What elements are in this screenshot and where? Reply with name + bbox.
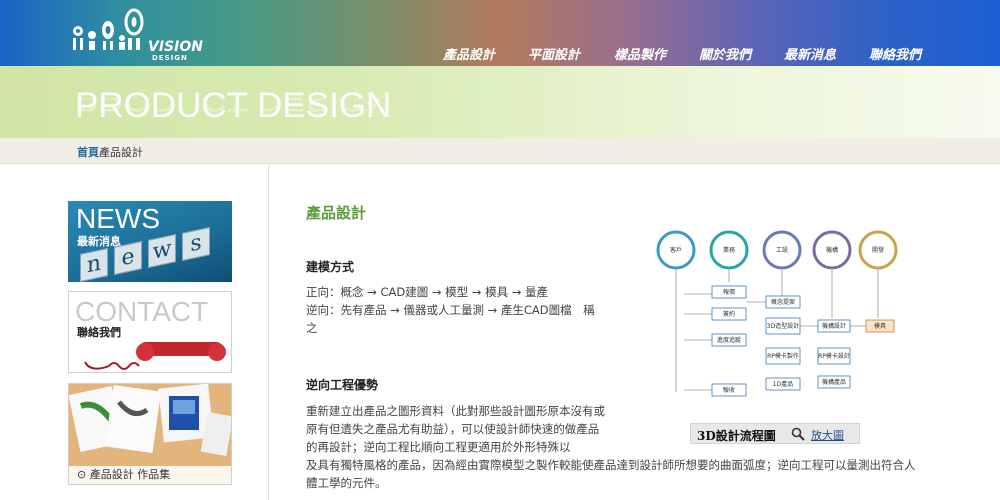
flow-box-label: 3D造型設計 bbox=[767, 322, 799, 330]
keyboard-key: s bbox=[182, 227, 210, 261]
magnifier-icon[interactable] bbox=[791, 427, 805, 441]
portfolio-card[interactable]: ⊙ 產品設計 作品集 bbox=[68, 383, 232, 485]
nav-contact-us[interactable]: 聯絡我們 bbox=[869, 44, 921, 63]
flow-box-label: RP模卡製作 bbox=[767, 352, 799, 360]
banner-title-reflection: PRODUCT DESIGN bbox=[75, 98, 392, 118]
diagram-caption-bar: 3D設計流程圖 放大圖 bbox=[690, 423, 860, 444]
nav-latest-news[interactable]: 最新消息 bbox=[784, 44, 836, 63]
breadcrumb-bar: 首頁產品設計 bbox=[0, 138, 1000, 164]
brand-name: VISION bbox=[148, 39, 203, 55]
keyboard-key: e bbox=[114, 241, 142, 275]
diagram-caption: 3D設計流程圖 bbox=[697, 429, 776, 443]
reverse-process-text: 逆向：先有產品 → 儀器或人工量測 → 產生CAD圖檔 稱之 bbox=[306, 303, 595, 335]
flow-box-label: 1D產品 bbox=[773, 380, 793, 388]
flow-stage-label: 工設 bbox=[776, 246, 788, 254]
contact-card[interactable]: CONTACT 聯絡我們 bbox=[68, 291, 232, 373]
flow-box-label: 機構設計 bbox=[822, 322, 846, 330]
main-nav: 產品設計 平面設計 樣品製作 關於我們 最新消息 聯絡我們 bbox=[430, 44, 950, 63]
arrow-circle-icon: ⊙ bbox=[77, 468, 87, 481]
modeling-heading: 建模方式 bbox=[306, 260, 355, 274]
portfolio-label-text: 產品設計 作品集 bbox=[89, 468, 171, 481]
flow-stage-label: 開發 bbox=[872, 246, 884, 254]
news-card[interactable]: NEWS 最新消息 n e w s bbox=[68, 201, 232, 282]
advantage-text-tail: 及具有獨特風格的產品，因為經由實際模型之製作較能使產品達到設計師所想要的曲面弧度… bbox=[306, 458, 916, 490]
keyboard-key: w bbox=[148, 234, 176, 268]
flow-box-label: 概念提案 bbox=[771, 298, 795, 306]
flow-stage-label: 業務 bbox=[723, 246, 735, 254]
flow-stage-sales: 業務 bbox=[709, 230, 749, 270]
flow-stage-customer: 客戶 bbox=[656, 230, 696, 270]
flow-stage-label: 客戶 bbox=[670, 246, 682, 254]
nav-about-us[interactable]: 關於我們 bbox=[699, 44, 751, 63]
news-card-title: NEWS bbox=[76, 203, 160, 234]
portfolio-collage-image bbox=[69, 384, 231, 468]
zoom-link[interactable]: 放大圖 bbox=[811, 427, 844, 443]
telephone-icon bbox=[84, 342, 226, 370]
nav-product-design[interactable]: 產品設計 bbox=[443, 44, 495, 63]
keyboard-key: n bbox=[80, 248, 108, 282]
flow-box-label: 機構產品 bbox=[822, 378, 846, 386]
site-logo[interactable]: VISION DESIGN bbox=[68, 8, 213, 62]
brand-sub: DESIGN bbox=[152, 54, 188, 62]
forward-process-text: 正向：概念 → CAD建圖 → 模型 → 模具 → 量產 bbox=[306, 285, 549, 299]
flow-box-label: 進度追蹤 bbox=[717, 336, 741, 344]
logo-figures-icon bbox=[73, 8, 144, 50]
design-flow-diagram[interactable]: 客戶 業務 工設 機構 開發 報價 簽約 進度追蹤 驗收 概念提案 3D造型設計… bbox=[640, 222, 910, 422]
flow-box-label: 模具 bbox=[874, 322, 886, 330]
column-divider bbox=[268, 165, 269, 500]
site-header: VISION DESIGN 產品設計 平面設計 樣品製作 關於我們 最新消息 聯… bbox=[0, 0, 1000, 66]
page-banner: PRODUCT DESIGN PRODUCT DESIGN bbox=[0, 66, 1000, 138]
flow-stage-development: 開發 bbox=[858, 230, 898, 270]
flow-box-label: 報價 bbox=[723, 288, 735, 296]
breadcrumb-current: 產品設計 bbox=[99, 146, 143, 159]
flow-box-label: 簽約 bbox=[723, 310, 735, 318]
breadcrumb-home[interactable]: 首頁 bbox=[77, 146, 99, 159]
breadcrumb: 首頁產品設計 bbox=[77, 144, 143, 160]
nav-graphic-design[interactable]: 平面設計 bbox=[528, 44, 580, 63]
flow-box-label: 驗收 bbox=[723, 386, 735, 394]
advantage-text: 重新建立出產品之圖形資料（此對那些設計圖形原本沒有或原有但遺失之產品尤有助益），… bbox=[306, 404, 605, 454]
advantage-heading: 逆向工程優勢 bbox=[306, 378, 379, 392]
nav-sample-making[interactable]: 樣品製作 bbox=[614, 44, 666, 63]
flow-stage-mechanism: 機構 bbox=[812, 230, 852, 270]
flow-box-label: RP模卡設計 bbox=[818, 352, 850, 360]
flow-stage-industrial: 工設 bbox=[762, 230, 802, 270]
flow-stage-label: 機構 bbox=[826, 246, 838, 254]
portfolio-card-label: ⊙ 產品設計 作品集 bbox=[69, 466, 231, 484]
page-title: 產品設計 bbox=[306, 204, 367, 222]
